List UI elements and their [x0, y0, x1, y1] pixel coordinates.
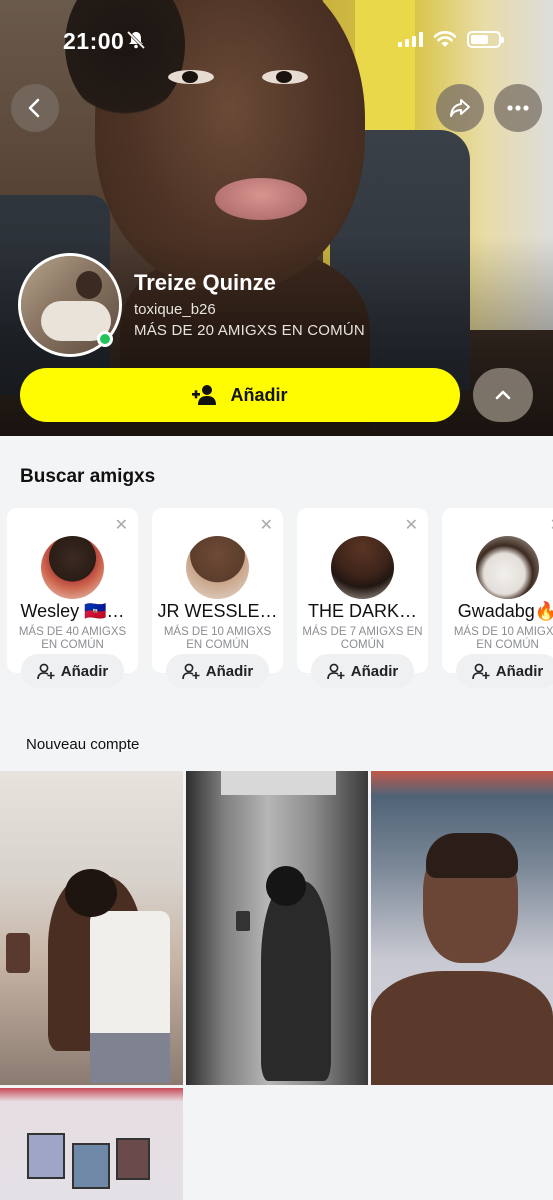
friend-suggestions: ✕ Wesley 🇭🇹… MÁS DE 40 AMIGXS EN COMÚN A… — [7, 508, 553, 688]
friend-avatar — [41, 536, 104, 599]
friend-avatar — [186, 536, 249, 599]
friend-card[interactable]: ✕ THE DARK… MÁS DE 7 AMIGXS EN COMÚN Aña… — [297, 508, 428, 688]
collapse-button[interactable] — [473, 368, 533, 422]
friend-add-label: Añadir — [495, 662, 544, 680]
back-button[interactable] — [11, 84, 59, 132]
add-person-icon — [326, 663, 345, 679]
add-person-icon — [36, 663, 55, 679]
status-time: 21:00 — [63, 28, 125, 54]
share-arrow-icon — [450, 99, 470, 117]
status-icons — [398, 30, 504, 48]
dismiss-icon[interactable]: ✕ — [260, 515, 273, 535]
profile-username: toxique_b26 — [134, 301, 216, 318]
friend-add-button[interactable]: Añadir — [311, 654, 414, 688]
find-friends-title: Buscar amigxs — [20, 466, 156, 487]
friend-avatar — [476, 536, 539, 599]
friend-mutual: MÁS DE 7 AMIGXS EN COMÚN — [302, 626, 423, 651]
friend-add-button[interactable]: Añadir — [21, 654, 124, 688]
story-thumbnail[interactable] — [0, 771, 183, 1085]
dismiss-icon[interactable]: ✕ — [405, 515, 418, 535]
friend-card[interactable]: ✕ Wesley 🇭🇹… MÁS DE 40 AMIGXS EN COMÚN A… — [7, 508, 138, 688]
chevron-up-icon — [495, 390, 511, 400]
friend-name: THE DARK… — [307, 601, 417, 621]
friend-add-button[interactable]: Añadir — [166, 654, 269, 688]
add-person-icon — [181, 663, 200, 679]
hero-eye-left — [168, 70, 214, 84]
friend-name: Wesley 🇭🇹… — [20, 601, 125, 621]
friend-mutual: MÁS DE 10 AMIGXS EN COMÚN — [453, 626, 553, 651]
battery-level — [471, 34, 488, 44]
share-button[interactable] — [436, 84, 484, 132]
new-account-title: Nouveau compte — [26, 736, 140, 753]
add-friend-label: Añadir — [230, 384, 288, 405]
friend-add-label: Añadir — [205, 662, 254, 680]
add-friend-icon — [192, 385, 217, 405]
friend-avatar — [331, 536, 394, 599]
friend-mutual: MÁS DE 40 AMIGXS EN COMÚN — [18, 626, 127, 651]
story-thumbnail[interactable] — [186, 771, 368, 1085]
bell-off-icon — [126, 30, 146, 50]
chevron-left-icon — [28, 98, 40, 118]
profile-name: Treize Quinze — [134, 270, 276, 295]
friend-add-button[interactable]: Añadir — [456, 654, 553, 688]
hero-lips — [215, 178, 307, 220]
friend-name: Gwadabg🔥 — [457, 601, 553, 621]
friend-mutual: MÁS DE 10 AMIGXS EN COMÚN — [163, 626, 272, 651]
story-thumbnail[interactable] — [0, 1088, 183, 1200]
profile-mutual-friends: MÁS DE 20 AMIGXS EN COMÚN — [134, 322, 365, 339]
add-friend-button[interactable]: Añadir — [20, 368, 460, 422]
friend-card[interactable]: ✕ Gwadabg🔥 MÁS DE 10 AMIGXS EN COMÚN Aña… — [442, 508, 553, 688]
more-dots-icon — [507, 105, 529, 111]
dismiss-icon[interactable]: ✕ — [115, 515, 128, 535]
cellular-signal-icon — [398, 31, 423, 47]
wifi-icon — [433, 31, 457, 47]
battery-icon — [467, 30, 504, 48]
online-status-dot — [97, 331, 113, 347]
more-options-button[interactable] — [494, 84, 542, 132]
friend-add-label: Añadir — [350, 662, 399, 680]
dismiss-icon[interactable]: ✕ — [550, 515, 553, 535]
friend-card[interactable]: ✕ JR WESSLE… MÁS DE 10 AMIGXS EN COMÚN A… — [152, 508, 283, 688]
story-thumbnail[interactable] — [371, 771, 553, 1085]
friend-name: JR WESSLE… — [157, 601, 278, 621]
hero-eye-right — [262, 70, 308, 84]
friend-add-label: Añadir — [60, 662, 109, 680]
add-person-icon — [471, 663, 490, 679]
